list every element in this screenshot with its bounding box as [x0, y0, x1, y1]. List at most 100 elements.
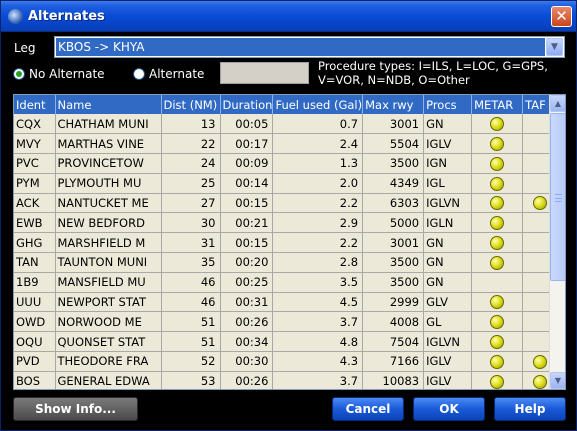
cell-ident: BOS: [14, 371, 56, 389]
alternates-grid: Ident Name Dist (NM) Duration Fuel used …: [14, 95, 558, 389]
col-header-duration[interactable]: Duration: [220, 95, 274, 114]
cell-procs: IGLN: [423, 212, 473, 234]
table-row[interactable]: UUU NEWPORT STAT 46 00:31 4.5 2999 GLV: [14, 292, 558, 313]
table-row[interactable]: PYM PLYMOUTH MU 25 00:14 2.0 4349 IGL: [14, 173, 558, 194]
cell-metar: [471, 232, 524, 254]
table-row[interactable]: ACK NANTUCKET ME 27 00:15 2.2 6303 IGLVN: [14, 193, 558, 214]
cell-dist: 52: [161, 351, 221, 372]
scrollbar-thumb[interactable]: [550, 113, 565, 281]
alternate-radio[interactable]: Alternate: [133, 66, 204, 82]
table-row[interactable]: OWD NORWOOD ME 51 00:26 3.7 4008 GL: [14, 311, 558, 333]
col-header-procs[interactable]: Procs: [423, 95, 473, 114]
close-icon: ✕: [555, 7, 568, 25]
cell-duration: 00:26: [220, 371, 274, 389]
close-button[interactable]: ✕: [551, 6, 572, 27]
window-title: Alternates: [28, 9, 105, 24]
col-header-metar[interactable]: METAR: [471, 95, 524, 114]
vertical-scrollbar[interactable]: ▲ ▼: [549, 95, 565, 389]
help-button[interactable]: Help: [494, 397, 566, 421]
metar-available-icon[interactable]: [490, 255, 505, 270]
chevron-down-icon[interactable]: ▼: [546, 38, 563, 56]
cell-ident: 1B9: [14, 272, 56, 293]
cell-procs: GN: [423, 232, 473, 254]
cell-fuel: 0.7: [272, 114, 364, 135]
cell-metar: [471, 331, 524, 353]
cell-name: PROVINCETOW: [55, 153, 162, 174]
metar-available-icon[interactable]: [490, 295, 505, 310]
cell-dist: 35: [161, 252, 221, 273]
table-row[interactable]: OQU QUONSET STAT 51 00:34 4.8 7504 IGLVN: [14, 331, 558, 353]
show-info-button[interactable]: Show Info...: [13, 397, 138, 421]
metar-available-icon[interactable]: [490, 176, 505, 191]
taf-available-icon[interactable]: [532, 374, 547, 389]
cell-metar: [471, 252, 524, 273]
cell-duration: 00:15: [220, 232, 274, 254]
cell-metar: [471, 272, 524, 293]
scroll-down-icon[interactable]: ▼: [550, 372, 565, 389]
cell-name: THEODORE FRA: [55, 351, 162, 372]
cell-fuel: 4.3: [272, 351, 364, 372]
alternates-dialog: Alternates ✕ Leg KBOS -> KHYA ▼ No Alter…: [0, 0, 577, 431]
cell-procs: IGN: [423, 153, 473, 174]
cell-duration: 00:26: [220, 311, 274, 333]
cell-maxrwy: 4349: [362, 173, 425, 194]
cell-name: NANTUCKET ME: [55, 193, 162, 214]
metar-available-icon[interactable]: [490, 315, 505, 330]
radio-selected-indicator[interactable]: [13, 68, 25, 80]
metar-available-icon[interactable]: [490, 156, 505, 171]
table-row[interactable]: EWB NEW BEDFORD 30 00:21 2.9 5000 IGLN: [14, 212, 558, 234]
cell-procs: IGLV: [423, 351, 473, 372]
cell-name: QUONSET STAT: [55, 331, 162, 353]
table-row[interactable]: PVC PROVINCETOW 24 00:09 1.3 3500 IGN: [14, 153, 558, 174]
table-row[interactable]: PVD THEODORE FRA 52 00:30 4.3 7166 IGLV: [14, 351, 558, 372]
taf-available-icon[interactable]: [532, 196, 547, 211]
metar-available-icon[interactable]: [490, 116, 505, 131]
cell-procs: GL: [423, 311, 473, 333]
leg-label: Leg: [14, 41, 36, 55]
table-row[interactable]: CQX CHATHAM MUNI 13 00:05 0.7 3001 GN: [14, 114, 558, 135]
title-bar[interactable]: Alternates ✕: [1, 1, 576, 32]
table-row[interactable]: 1B9 MANSFIELD MU 46 00:25 3.5 3500 GN: [14, 272, 558, 293]
cell-duration: 00:30: [220, 351, 274, 372]
cell-dist: 24: [161, 153, 221, 174]
table-row[interactable]: GHG MARSHFIELD M 31 00:15 2.2 3001 GN: [14, 232, 558, 254]
cell-ident: PVD: [14, 351, 56, 372]
cell-ident: OQU: [14, 331, 56, 353]
cancel-button[interactable]: Cancel: [332, 397, 404, 421]
table-row[interactable]: MVY MARTHAS VINE 22 00:17 2.4 5504 IGLV: [14, 133, 558, 155]
cell-ident: EWB: [14, 212, 56, 234]
cell-procs: GN: [423, 252, 473, 273]
col-header-maxrwy[interactable]: Max rwy: [362, 95, 425, 114]
ok-button[interactable]: OK: [413, 397, 485, 421]
col-header-dist[interactable]: Dist (NM): [161, 95, 221, 114]
grip-icon: [555, 194, 562, 202]
metar-available-icon[interactable]: [490, 196, 505, 211]
cell-dist: 31: [161, 232, 221, 254]
cell-dist: 13: [161, 114, 221, 135]
table-row[interactable]: BOS GENERAL EDWA 53 00:26 3.7 10083 IGLV: [14, 371, 558, 389]
cell-maxrwy: 7166: [362, 351, 425, 372]
cell-procs: GN: [423, 114, 473, 135]
metar-available-icon[interactable]: [490, 334, 505, 349]
cell-fuel: 4.8: [272, 331, 364, 353]
no-alternate-radio[interactable]: No Alternate: [13, 66, 105, 82]
col-header-name[interactable]: Name: [55, 95, 162, 114]
metar-available-icon[interactable]: [490, 374, 505, 389]
leg-dropdown[interactable]: KBOS -> KHYA ▼: [54, 36, 565, 58]
scroll-up-icon[interactable]: ▲: [550, 95, 565, 112]
cell-ident: OWD: [14, 311, 56, 333]
taf-available-icon[interactable]: [532, 354, 547, 369]
metar-available-icon[interactable]: [490, 354, 505, 369]
metar-available-icon[interactable]: [490, 216, 505, 231]
metar-available-icon[interactable]: [490, 136, 505, 151]
cell-dist: 46: [161, 272, 221, 293]
cell-name: NEW BEDFORD: [55, 212, 162, 234]
cell-duration: 00:31: [220, 292, 274, 313]
cell-maxrwy: 3500: [362, 272, 425, 293]
col-header-fuel[interactable]: Fuel used (Gal): [272, 95, 364, 114]
cell-dist: 22: [161, 133, 221, 155]
radio-indicator[interactable]: [133, 68, 145, 80]
metar-available-icon[interactable]: [490, 235, 505, 250]
table-row[interactable]: TAN TAUNTON MUNI 35 00:20 2.8 3500 GN: [14, 252, 558, 273]
col-header-ident[interactable]: Ident: [14, 95, 56, 114]
